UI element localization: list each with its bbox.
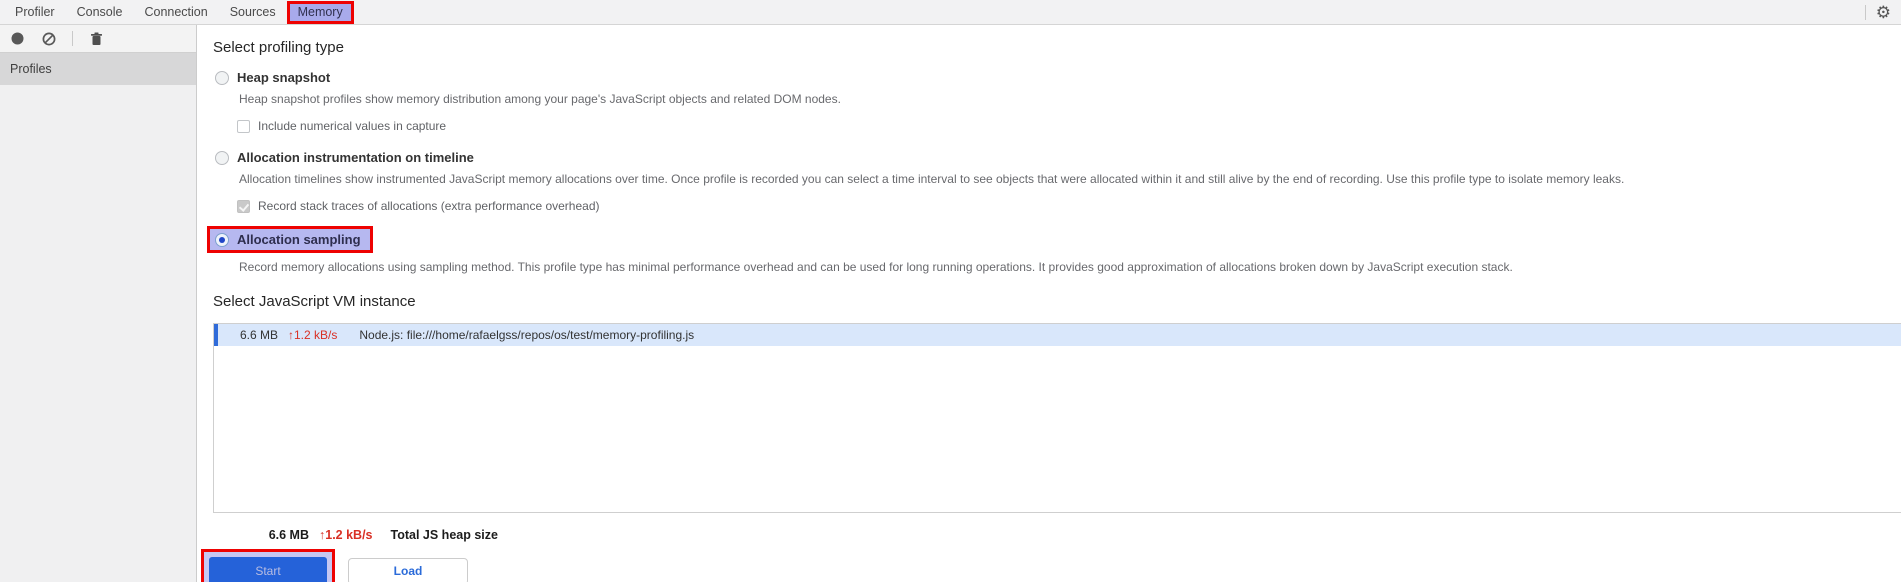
allocation-sampling-annotation-box[interactable]: Allocation sampling — [207, 226, 373, 253]
option-heap-snapshot: Heap snapshot Heap snapshot profiles sho… — [215, 70, 1901, 133]
radio-selected-icon[interactable] — [215, 232, 229, 247]
tab-connection[interactable]: Connection — [133, 1, 218, 24]
allocation-sampling-label: Allocation sampling — [237, 232, 361, 247]
panel-tabbar: Profiler Console Connection Sources Memo… — [0, 0, 1901, 25]
profiles-section-header[interactable]: Profiles — [0, 53, 196, 85]
delete-profile-trash-icon[interactable] — [87, 30, 105, 48]
checkbox-unchecked-icon[interactable] — [237, 119, 250, 133]
vm-heap-size: 6.6 MB — [239, 328, 278, 342]
checkbox-checked-disabled-icon[interactable] — [237, 199, 250, 213]
vm-instance-row-selected[interactable]: 6.6 MB ↑1.2 kB/s Node.js: file:///home/r… — [214, 324, 1901, 346]
start-button[interactable]: Start — [209, 557, 327, 582]
allocation-timeline-label: Allocation instrumentation on timeline — [237, 150, 474, 165]
include-numerical-values-label: Include numerical values in capture — [258, 119, 447, 133]
tab-profiler[interactable]: Profiler — [4, 1, 66, 24]
record-stack-traces-label: Record stack traces of allocations (extr… — [258, 199, 600, 213]
record-profile-icon[interactable] — [8, 30, 26, 48]
vm-instance-list: 6.6 MB ↑1.2 kB/s Node.js: file:///home/r… — [213, 323, 1901, 513]
start-button-annotation-box: Start — [201, 549, 335, 582]
allocation-sampling-description: Record memory allocations using sampling… — [239, 260, 1513, 274]
tabbar-divider — [1864, 4, 1866, 20]
heap-total-row: 6.6 MB ↑1.2 kB/s Total JS heap size — [213, 528, 1901, 542]
vm-alloc-rate: ↑1.2 kB/s — [288, 328, 338, 342]
option-allocation-timeline: Allocation instrumentation on timeline A… — [215, 150, 1901, 213]
heap-snapshot-radio-row[interactable]: Heap snapshot — [215, 70, 1901, 85]
memory-panel-main: Select profiling type Heap snapshot Heap… — [197, 25, 1901, 582]
heap-snapshot-description: Heap snapshot profiles show memory distr… — [239, 92, 841, 106]
profiling-type-title: Select profiling type — [213, 39, 344, 56]
record-stack-traces-row[interactable]: Record stack traces of allocations (extr… — [237, 199, 1901, 213]
radio-unselected-icon[interactable] — [215, 150, 229, 165]
action-buttons: Start Load — [201, 549, 1901, 582]
tabbar-right-controls: ⚙ — [1864, 0, 1901, 24]
profiles-toolbar — [0, 25, 196, 53]
tab-sources[interactable]: Sources — [219, 1, 287, 24]
vm-instance-title: Select JavaScript VM instance — [213, 293, 416, 310]
clear-profiles-icon[interactable] — [40, 30, 58, 48]
load-button[interactable]: Load — [348, 557, 468, 582]
profiles-sidebar: Profiles — [0, 25, 197, 582]
total-heap-size: 6.6 MB — [268, 528, 309, 542]
tab-memory[interactable]: Memory — [286, 0, 354, 24]
allocation-timeline-description: Allocation timelines show instrumented J… — [239, 172, 1625, 186]
toolbar-divider — [72, 31, 73, 46]
option-allocation-sampling: Allocation sampling Record memory alloca… — [207, 226, 1901, 274]
total-alloc-rate: ↑1.2 kB/s — [319, 528, 373, 542]
tab-console[interactable]: Console — [66, 1, 134, 24]
devtools-window: Profiler Console Connection Sources Memo… — [0, 0, 1901, 582]
allocation-timeline-radio-row[interactable]: Allocation instrumentation on timeline — [215, 150, 1901, 165]
total-heap-label: Total JS heap size — [390, 528, 498, 542]
settings-gear-icon[interactable]: ⚙ — [1876, 1, 1901, 24]
heap-snapshot-label: Heap snapshot — [237, 70, 331, 85]
radio-unselected-icon[interactable] — [215, 70, 229, 85]
include-numerical-values-row[interactable]: Include numerical values in capture — [237, 119, 1901, 133]
vm-instance-name: Node.js: file:///home/rafaelgss/repos/os… — [359, 328, 695, 342]
